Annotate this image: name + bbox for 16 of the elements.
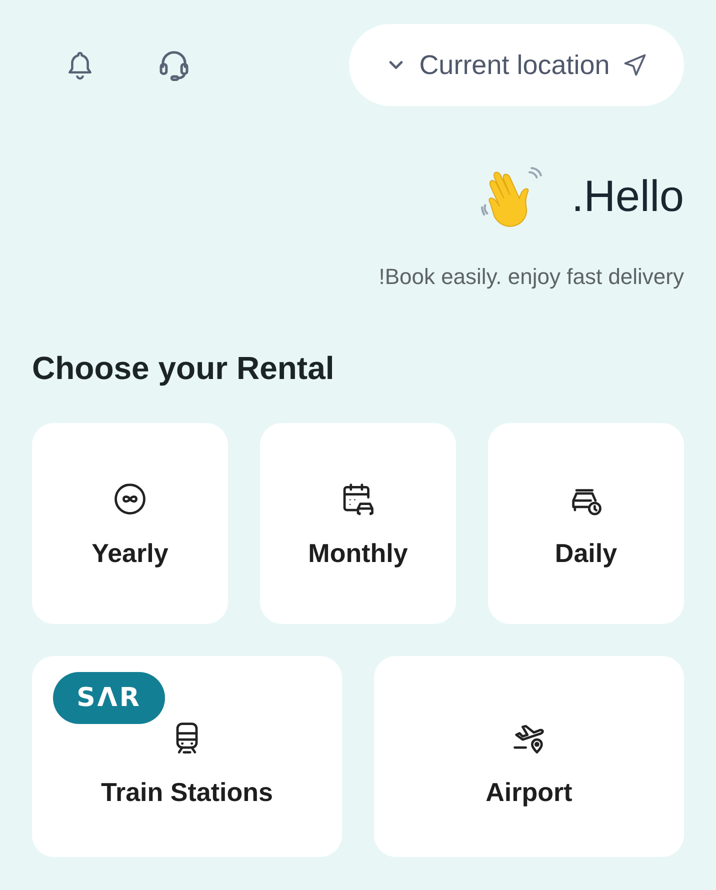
section-title: Choose your Rental: [32, 350, 336, 387]
rental-option-card[interactable]: Daily: [488, 423, 684, 624]
rental-option-card[interactable]: Yearly: [32, 423, 228, 624]
option-label: Yearly: [92, 538, 168, 569]
location-button[interactable]: Current location: [349, 24, 684, 106]
option-label: Train Stations: [101, 777, 273, 808]
option-label: Daily: [554, 538, 618, 569]
rental-option-card[interactable]: Airport: [374, 656, 684, 857]
option-label: Monthly: [308, 538, 408, 569]
logo-badge: SΛR: [53, 672, 165, 724]
rental-option-card[interactable]: SΛR Train Stations: [32, 656, 342, 857]
option-label: Airport: [486, 777, 572, 808]
greeting-title: .Hello: [572, 172, 684, 222]
greeting-subtitle: !Book easily. enjoy fast delivery: [378, 264, 684, 290]
navigation-arrow-icon: [622, 52, 648, 78]
rental-option-card[interactable]: Monthly: [260, 423, 456, 624]
